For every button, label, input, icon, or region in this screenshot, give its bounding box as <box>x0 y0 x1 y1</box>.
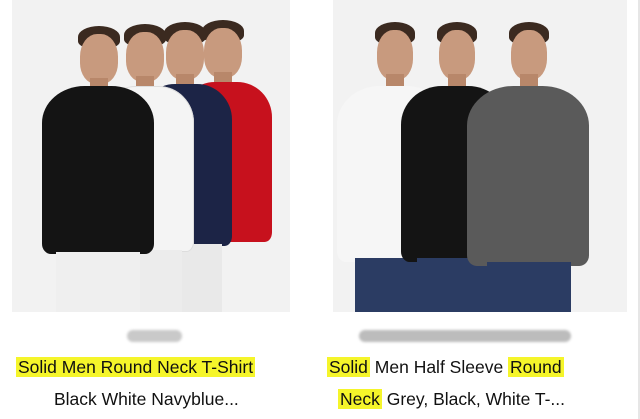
product-title-line2[interactable]: Neck Grey, Black, White T-... <box>338 387 565 411</box>
brand-name-blurred <box>359 330 571 342</box>
product-card-1[interactable]: Solid Men Round Neck T-Shirt Black White… <box>12 0 290 409</box>
model-black <box>38 26 158 312</box>
model-grey-2 <box>463 22 593 312</box>
product-title-line2[interactable]: Black White Navyblue... <box>54 387 239 411</box>
title-text-men-half-sleeve: Men Half Sleeve <box>369 357 509 377</box>
product-image-1[interactable] <box>12 0 290 312</box>
product-title-line1[interactable]: Solid Men Half Sleeve Round <box>327 355 564 379</box>
product-image-2[interactable] <box>333 0 627 312</box>
title-text-colors: Grey, Black, White T-... <box>381 389 566 409</box>
product-card-2[interactable]: Solid Men Half Sleeve Round Neck Grey, B… <box>327 0 627 409</box>
product-title-line1[interactable]: Solid Men Round Neck T-Shirt <box>16 355 256 379</box>
title-highlight: Solid Men Round Neck T-Shirt <box>16 357 256 377</box>
title-highlight-neck: Neck <box>338 389 382 409</box>
title-highlight-round: Round <box>508 357 564 377</box>
brand-name-blurred <box>127 330 182 342</box>
title-highlight-solid: Solid <box>327 357 370 377</box>
